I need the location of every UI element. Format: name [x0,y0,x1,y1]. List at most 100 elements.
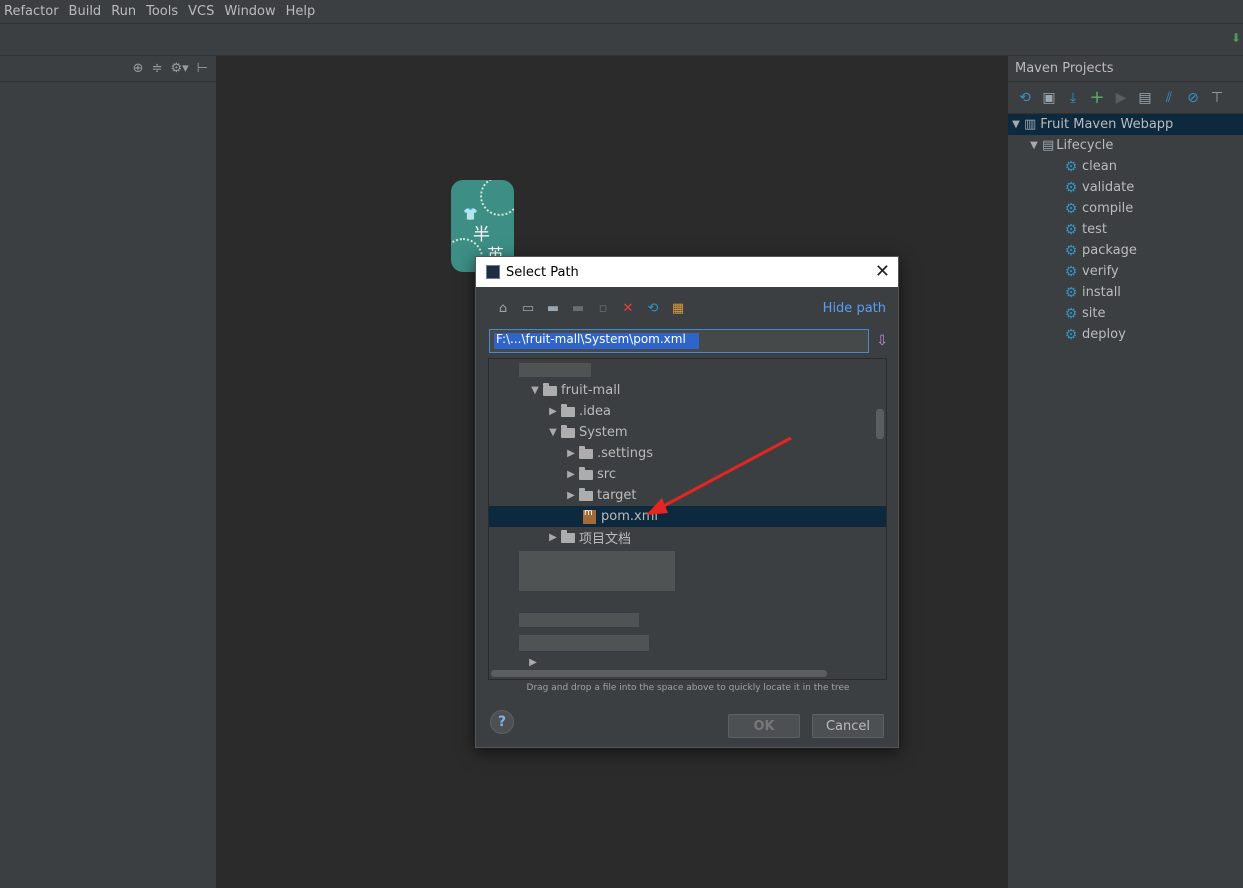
tree-item-fruit-mall[interactable]: ▼ fruit-mall [489,380,886,401]
horizontal-scrollbar[interactable] [491,670,827,677]
phase-label: package [1082,243,1137,258]
vertical-scrollbar[interactable] [876,409,884,439]
phase-label: install [1082,285,1121,300]
lifecycle-phase-site[interactable]: ⚙ site [1008,303,1243,324]
phase-label: validate [1082,180,1135,195]
menu-tools[interactable]: Tools [142,4,184,19]
cancel-button[interactable]: Cancel [812,714,884,738]
menu-window[interactable]: Window [220,4,281,19]
folder-icon [561,403,575,417]
collapse-triangle-icon[interactable]: ▶ [563,490,579,501]
tree-item-target[interactable]: ▶ target [489,485,886,506]
collapse-triangle-icon[interactable]: ▶ [563,469,579,480]
expand-triangle-icon[interactable]: ▼ [545,427,561,438]
folder-icon [543,382,557,396]
project-folder-icon[interactable]: ▬ [544,299,562,317]
refresh-icon[interactable]: ⟲ [644,299,662,317]
drag-drop-hint: Drag and drop a file into the space abov… [526,683,850,693]
folder-icon [561,529,575,543]
lifecycle-label: Lifecycle [1056,138,1114,153]
tree-item-label: .idea [579,404,611,419]
execute-goal-icon[interactable]: ▤ [1136,89,1154,107]
split-icon[interactable]: ≑ [152,61,163,76]
delete-icon[interactable]: ✕ [619,299,637,317]
app-icon [486,265,500,279]
update-arrow-icon[interactable]: ⬇ [1231,31,1241,45]
maven-project-label: Fruit Maven Webapp [1040,117,1174,132]
collapse-triangle-icon[interactable]: ▶ [563,448,579,459]
tree-item-docs[interactable]: ▶ 项目文档 [489,527,886,548]
hide-path-link[interactable]: Hide path [823,301,886,316]
skip-tests-icon[interactable]: ⊘ [1184,89,1202,107]
path-history-icon[interactable]: ⇩ [876,333,888,349]
collapse-triangle-icon[interactable]: ▶ [525,657,541,668]
menu-help[interactable]: Help [282,4,322,19]
tree-item-label: fruit-mall [561,383,621,398]
desktop-icon[interactable]: ▭ [519,299,537,317]
lifecycle-phase-deploy[interactable]: ⚙ deploy [1008,324,1243,345]
download-icon[interactable]: ⤓ [1064,89,1082,107]
pin-icon[interactable]: ⊢ [197,61,208,76]
phase-label: test [1082,222,1107,237]
add-icon[interactable]: + [1088,87,1106,108]
phase-label: verify [1082,264,1119,279]
generate-sources-icon[interactable]: ▣ [1040,89,1058,107]
tree-item-label: pom.xml [601,509,658,524]
new-folder-icon[interactable]: ▫ [594,299,612,317]
tree-item-idea[interactable]: ▶ .idea [489,401,886,422]
lifecycle-phase-compile[interactable]: ⚙ compile [1008,198,1243,219]
tree-item-system[interactable]: ▼ System [489,422,886,443]
help-button[interactable]: ? [490,710,514,734]
tree-item-pom-xml[interactable]: pom.xml [489,506,886,527]
menu-vcs[interactable]: VCS [184,4,220,19]
collapse-triangle-icon[interactable]: ▶ [545,532,561,543]
module-folder-icon[interactable]: ▬ [569,299,587,317]
folder-icon [579,487,593,501]
expand-triangle-icon[interactable]: ▼ [1026,140,1042,151]
maven-panel: Maven Projects ⟲ ▣ ⤓ + ▶ ▤ ⫽ ⊘ ⊤ ▼ ▥ Fru… [1007,56,1243,888]
lifecycle-node[interactable]: ▼ ▤ Lifecycle [1008,135,1243,156]
lifecycle-phase-test[interactable]: ⚙ test [1008,219,1243,240]
maven-file-icon [583,508,596,524]
show-dependencies-icon[interactable]: ⊤ [1208,89,1226,107]
dialog-toolbar: ⌂ ▭ ▬ ▬ ▫ ✕ ⟲ ▦ [494,299,687,317]
lifecycle-phase-clean[interactable]: ⚙ clean [1008,156,1243,177]
gear-icon: ⚙ [1064,305,1078,322]
gear-icon: ⚙ [1064,284,1078,301]
tree-item-label: .settings [597,446,653,461]
gear-icon: ⚙ [1064,263,1078,280]
expand-triangle-icon[interactable]: ▼ [527,385,543,396]
folder-icon [561,424,575,438]
lifecycle-phase-validate[interactable]: ⚙ validate [1008,177,1243,198]
show-hidden-icon[interactable]: ▦ [669,299,687,317]
maven-panel-title: Maven Projects [1008,56,1243,82]
home-icon[interactable]: ⌂ [494,299,512,317]
gear-icon[interactable]: ⚙▾ [170,61,188,76]
gear-icon: ⚙ [1064,221,1078,238]
phase-label: deploy [1082,327,1126,342]
ok-button[interactable]: OK [728,714,800,738]
menu-build[interactable]: Build [65,4,108,19]
tree-item-src[interactable]: ▶ src [489,464,886,485]
menu-refactor[interactable]: Refactor [0,4,65,19]
dialog-title: Select Path [506,264,579,280]
maven-toolbar: ⟲ ▣ ⤓ + ▶ ▤ ⫽ ⊘ ⊤ [1008,82,1243,114]
reimport-icon[interactable]: ⟲ [1016,89,1034,107]
lifecycle-phase-verify[interactable]: ⚙ verify [1008,261,1243,282]
blurred-row [519,363,591,377]
phase-label: clean [1082,159,1117,174]
collapse-triangle-icon[interactable]: ▶ [545,406,561,417]
expand-triangle-icon[interactable]: ▼ [1008,119,1024,130]
tree-item-settings[interactable]: ▶ .settings [489,443,886,464]
path-input[interactable]: F:\...\fruit-mall\System\pom.xml [489,329,869,353]
close-icon[interactable]: ✕ [875,261,890,282]
lifecycle-phase-package[interactable]: ⚙ package [1008,240,1243,261]
toggle-offline-icon[interactable]: ⫽ [1160,89,1178,107]
menu-run[interactable]: Run [107,4,142,19]
maven-project-node[interactable]: ▼ ▥ Fruit Maven Webapp [1008,114,1243,135]
file-tree[interactable]: ▼ fruit-mall ▶ .idea ▼ System ▶ .setting… [488,358,887,680]
lifecycle-phase-install[interactable]: ⚙ install [1008,282,1243,303]
gear-icon: ⚙ [1064,242,1078,259]
target-icon[interactable]: ⊕ [133,61,144,76]
run-icon[interactable]: ▶ [1112,89,1130,107]
